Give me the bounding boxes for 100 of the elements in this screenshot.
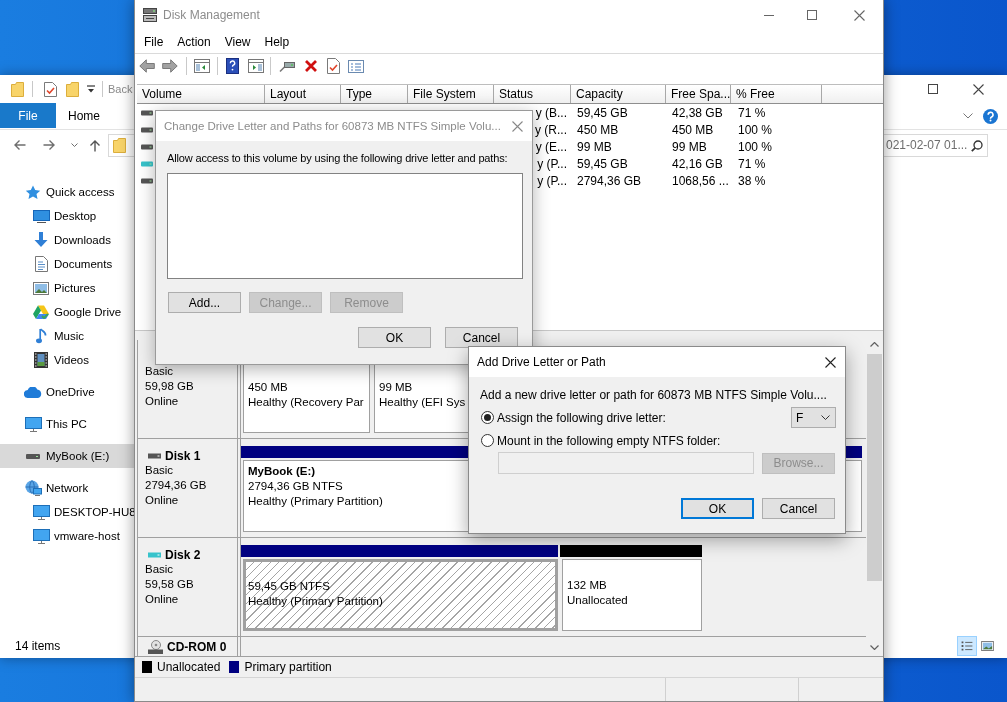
ribbon-tab[interactable]: File xyxy=(0,103,56,128)
path-list-box[interactable] xyxy=(167,173,523,279)
chevron-up-icon[interactable] xyxy=(870,342,879,347)
arrow-left-icon[interactable] xyxy=(13,139,26,151)
triangle-icon xyxy=(33,304,49,320)
list-icon[interactable] xyxy=(348,59,364,73)
column-header[interactable]: Volume xyxy=(137,85,265,103)
partition-status: Unallocated xyxy=(567,594,628,606)
ribbon-tab[interactable]: Home xyxy=(56,103,112,128)
delete-icon[interactable] xyxy=(304,59,318,73)
dialog-button[interactable]: Cancel xyxy=(445,327,518,348)
disk-name: Disk 2 xyxy=(165,547,201,562)
disk-size: 59,58 GB xyxy=(145,577,195,592)
column-header[interactable]: Layout xyxy=(265,85,341,103)
search-icon[interactable] xyxy=(971,139,983,152)
table-cell: 450 MB xyxy=(577,122,619,137)
table-cell: y (E... xyxy=(535,139,567,154)
menu-item[interactable]: Help xyxy=(257,31,297,52)
window-title: Change Drive Letter and Paths for 60873 MB NTFS Simple Volu... xyxy=(164,120,501,132)
help-icon[interactable] xyxy=(226,58,239,74)
scrollbar-thumb[interactable] xyxy=(867,354,882,581)
chevron-down-icon[interactable] xyxy=(870,645,879,650)
partition-size: 99 MB xyxy=(379,381,413,393)
cd-drive-icon xyxy=(148,639,163,654)
disk-status: Online xyxy=(145,394,180,409)
document-check-icon[interactable] xyxy=(44,81,57,97)
nav-item[interactable]: Music xyxy=(0,324,134,348)
arrow-up-icon[interactable] xyxy=(89,138,101,152)
column-header[interactable]: % Free xyxy=(731,85,822,103)
large-icons-view-icon[interactable] xyxy=(980,640,995,652)
menu-item[interactable]: View xyxy=(217,31,258,52)
table-cell: 59,45 GB xyxy=(577,105,628,120)
nav-item[interactable]: Desktop xyxy=(0,204,134,228)
table-cell: y (P... xyxy=(537,173,567,188)
chevron-down-icon[interactable] xyxy=(963,113,973,119)
drive-letter-dropdown[interactable]: F xyxy=(791,407,836,428)
window-pane-icon[interactable] xyxy=(194,59,210,73)
column-header[interactable]: Status xyxy=(494,85,571,103)
partition-status: Healthy (Primary Partition) xyxy=(248,595,383,607)
drive-icon xyxy=(143,8,157,22)
address-field[interactable] xyxy=(108,133,135,157)
dialog-button[interactable]: OK xyxy=(358,327,431,348)
nav-item[interactable]: MyBook (E:) xyxy=(0,444,134,468)
disk-type: Basic xyxy=(145,364,175,379)
cloud-icon xyxy=(24,386,42,398)
column-header[interactable]: Capacity xyxy=(571,85,666,103)
disk-type: Basic xyxy=(145,463,175,478)
dialog-button[interactable]: OK xyxy=(681,498,754,519)
nav-item[interactable]: Google Drive xyxy=(0,300,134,324)
nav-item[interactable]: This PC xyxy=(0,412,134,436)
nav-item[interactable]: Videos xyxy=(0,348,134,372)
partition-box[interactable]: 59,45 GB NTFS Healthy (Primary Partition) xyxy=(243,559,558,631)
details-view-icon[interactable] xyxy=(957,636,977,656)
column-header[interactable]: Type xyxy=(341,85,408,103)
partition-box[interactable]: 132 MB Unallocated xyxy=(562,559,702,631)
column-header[interactable]: File System xyxy=(408,85,494,103)
prompt-text: Allow access to this volume by using the following drive letter and paths: xyxy=(167,151,509,165)
chevron-down-icon xyxy=(821,415,830,420)
star-icon xyxy=(25,184,41,200)
chevron-down-icon[interactable] xyxy=(71,143,78,147)
table-cell: 42,38 GB xyxy=(672,105,723,120)
disk-status: Online xyxy=(145,592,180,607)
window-pane-icon[interactable] xyxy=(248,59,264,73)
arrow-right-icon[interactable] xyxy=(162,59,178,73)
dialog-button[interactable]: Cancel xyxy=(762,498,835,519)
arrow-left-icon[interactable] xyxy=(139,59,155,73)
search-field[interactable]: 021-02-07 01... xyxy=(884,133,988,157)
action-button[interactable]: Add... xyxy=(168,292,241,313)
nav-item[interactable]: Downloads xyxy=(0,228,134,252)
picture-icon xyxy=(33,281,49,295)
disk-info-panel[interactable]: Disk 2 Basic 59,58 GB Online xyxy=(137,538,238,636)
menu-item[interactable]: File xyxy=(137,31,171,52)
drive-icon[interactable] xyxy=(279,59,295,73)
menu-item[interactable]: Action xyxy=(170,31,218,52)
close-icon[interactable] xyxy=(973,83,984,95)
column-header[interactable]: Free Spa... xyxy=(666,85,731,103)
nav-item[interactable]: OneDrive xyxy=(0,380,134,404)
radio-option[interactable]: Assign the following drive letter: xyxy=(480,410,666,425)
table-cell: 99 MB xyxy=(577,139,612,154)
disk-info-panel[interactable]: CD-ROM 0 xyxy=(137,637,238,656)
nav-item[interactable]: vmware-host xyxy=(0,524,134,548)
maximize-icon[interactable] xyxy=(928,84,938,94)
maximize-icon[interactable] xyxy=(807,10,817,20)
nav-item[interactable]: Pictures xyxy=(0,276,134,300)
table-cell: y (R... xyxy=(535,122,567,137)
arrow-right-icon[interactable] xyxy=(43,139,56,151)
close-icon[interactable] xyxy=(825,356,836,368)
nav-item[interactable]: DESKTOP-HU8 xyxy=(0,500,134,524)
partition-size: 59,45 GB NTFS xyxy=(248,580,330,592)
nav-item[interactable]: Quick access xyxy=(0,180,134,204)
caret-icon[interactable] xyxy=(87,85,95,93)
table-cell: 2794,36 GB xyxy=(577,173,642,188)
nav-item[interactable]: Documents xyxy=(0,252,134,276)
document-check-icon[interactable] xyxy=(327,58,340,74)
radio-option[interactable]: Mount in the following empty NTFS folder: xyxy=(480,433,721,448)
disk-name: Disk 1 xyxy=(165,448,201,463)
table-cell: y (B... xyxy=(535,105,567,120)
disk-info-panel[interactable]: Disk 1 Basic 2794,36 GB Online xyxy=(137,439,238,537)
monitor-icon xyxy=(32,528,50,544)
nav-item[interactable]: Network xyxy=(0,476,134,500)
